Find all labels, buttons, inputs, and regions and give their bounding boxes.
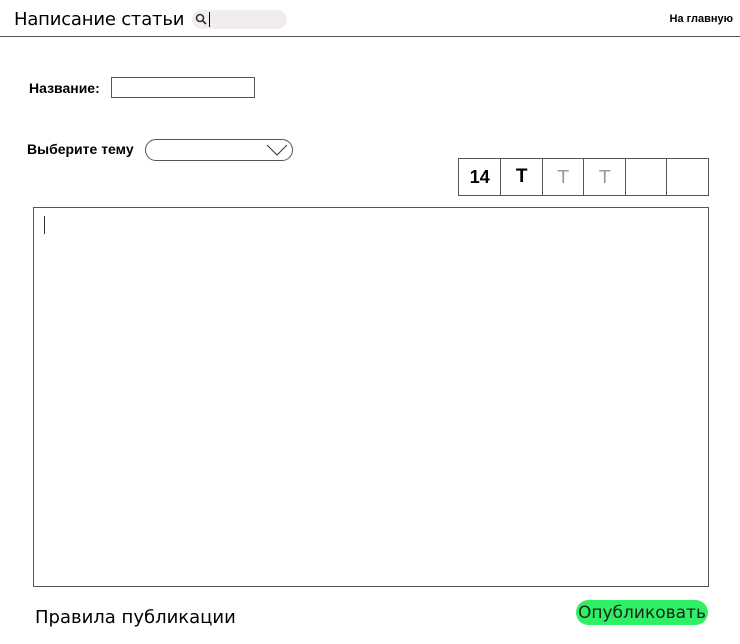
text-style-button[interactable]: T — [584, 159, 626, 195]
page-title: Написание статьи — [14, 9, 185, 30]
text-caret — [209, 12, 210, 27]
publication-rules-link[interactable]: Правила публикации — [35, 607, 236, 628]
title-label: Название: — [29, 80, 100, 96]
chevron-down-icon — [266, 144, 288, 156]
toolbar-empty-button[interactable] — [667, 159, 708, 195]
format-toolbar: 14 T T T — [458, 158, 709, 196]
title-input[interactable] — [111, 77, 255, 98]
toolbar-empty-button[interactable] — [626, 159, 668, 195]
search-input[interactable] — [192, 10, 287, 29]
topic-label: Выберите тему — [27, 141, 134, 157]
article-editor[interactable] — [33, 207, 709, 587]
header-bar: Написание статьи На главную — [0, 0, 740, 37]
publish-button[interactable]: Опубликовать — [576, 600, 708, 625]
font-size-button[interactable]: 14 — [459, 159, 502, 195]
topic-select[interactable] — [145, 139, 293, 161]
search-icon — [195, 13, 207, 25]
text-caret — [44, 216, 45, 234]
home-link[interactable]: На главную — [670, 13, 733, 25]
bold-button[interactable]: T — [501, 159, 543, 195]
text-style-button[interactable]: T — [543, 159, 585, 195]
